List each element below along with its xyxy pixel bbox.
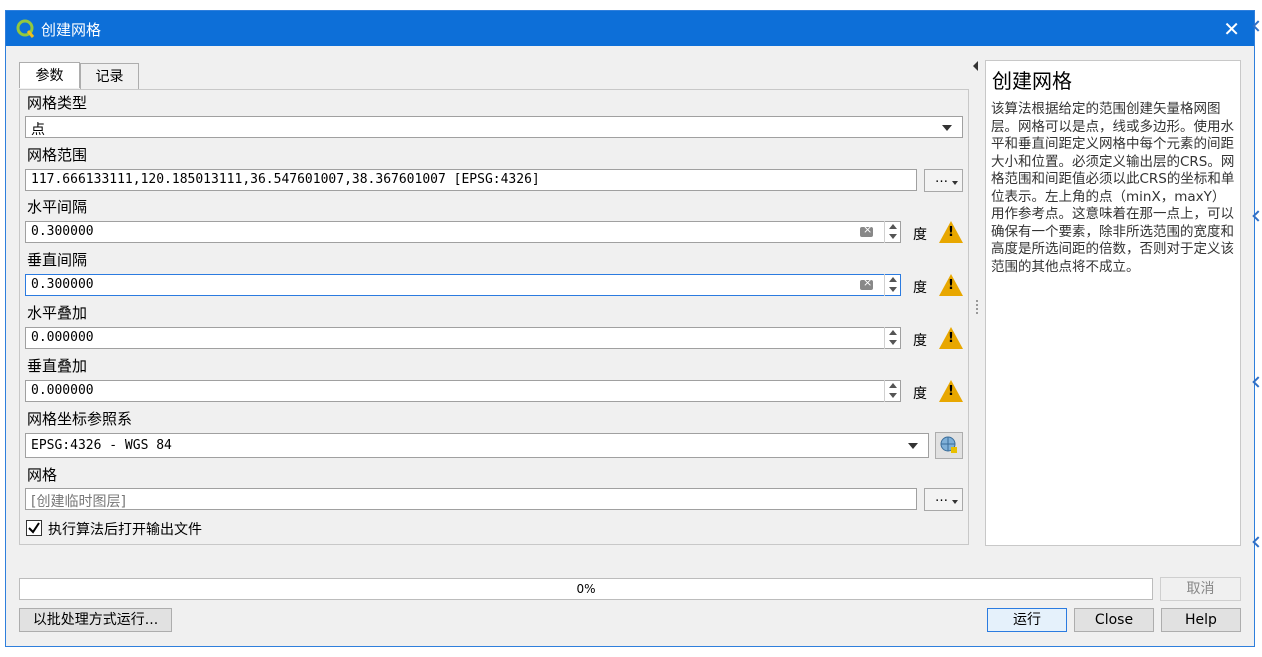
cancel-button[interactable]: 取消 [1160,577,1241,601]
v-spacing-label: 垂直间隔 [27,251,88,269]
batch-process-button[interactable]: 以批处理方式运行... [19,608,172,632]
output-placeholder: [创建临时图层] [31,494,126,510]
warning-icon: ! [939,221,963,243]
help-title: 创建网格 [992,69,1072,93]
output-input[interactable]: [创建临时图层] [25,488,917,510]
spin-buttons[interactable] [884,274,900,296]
help-panel: 创建网格 该算法根据给定的范围创建矢量格网图层。网格可以是点，线或多边形。使用水… [985,60,1241,546]
warning-icon: ! [939,380,963,402]
grid-crs-value: EPSG:4326 - WGS 84 [31,438,172,453]
open-output-label: 执行算法后打开输出文件 [48,522,202,538]
output-options-button[interactable]: … [924,488,963,511]
progress-bar: 0% [19,578,1153,600]
crs-selector-button[interactable] [935,432,963,459]
v-spacing-value: 0.300000 [31,277,94,292]
grid-crs-label: 网格坐标参照系 [27,410,133,428]
v-overlay-value: 0.000000 [31,383,94,398]
clear-icon[interactable] [860,223,873,237]
v-overlay-input[interactable]: 0.000000 [25,380,901,402]
checkmark-icon [28,522,40,534]
title-bar: 创建网格 ✕ [6,11,1254,46]
ellipsis-icon: … [935,490,948,505]
run-button[interactable]: 运行 [987,608,1067,632]
close-window-icon[interactable]: ✕ [1223,17,1240,41]
h-spacing-label: 水平间隔 [27,198,88,216]
close-button[interactable]: Close [1074,608,1154,632]
v-overlay-label: 垂直叠加 [27,357,88,375]
h-spacing-value: 0.300000 [31,224,94,239]
grid-crs-select[interactable]: EPSG:4326 - WGS 84 [25,433,929,458]
warning-icon: ! [939,327,963,349]
spin-buttons[interactable] [884,380,900,402]
spin-buttons[interactable] [884,327,900,349]
v-overlay-unit: 度 [913,386,927,402]
h-overlay-input[interactable]: 0.000000 [25,327,901,349]
parameters-panel [19,89,969,545]
grid-type-value: 点 [31,122,45,138]
grid-type-select[interactable]: 点 [25,116,963,138]
grid-extent-label: 网格范围 [27,146,88,164]
warning-icon: ! [939,274,963,296]
extent-options-button[interactable]: … [924,169,963,192]
grid-extent-input[interactable]: 117.666133111,120.185013111,36.547601007… [25,169,917,191]
clear-icon[interactable] [860,276,873,290]
grid-type-label: 网格类型 [27,94,88,112]
h-spacing-input[interactable]: 0.300000 [25,221,901,243]
ellipsis-icon: … [935,171,948,186]
h-overlay-label: 水平叠加 [27,304,88,322]
splitter-handle[interactable] [976,300,978,314]
output-label: 网格 [27,466,58,484]
chevron-down-icon [942,125,952,131]
tab-parameters[interactable]: 参数 [19,62,80,88]
grid-extent-value: 117.666133111,120.185013111,36.547601007… [31,172,540,187]
window-title: 创建网格 [41,21,102,39]
spin-buttons[interactable] [884,221,900,243]
help-button[interactable]: Help [1161,608,1241,632]
v-spacing-input[interactable]: 0.300000 [25,274,901,296]
collapse-help-icon[interactable] [973,61,978,71]
progress-text: 0% [576,582,596,596]
help-text: 该算法根据给定的范围创建矢量格网图层。网格可以是点，线或多边形。使用水平和垂直间… [991,101,1235,275]
qgis-logo-icon [16,19,35,38]
h-overlay-value: 0.000000 [31,330,94,345]
globe-icon [940,436,957,453]
v-spacing-unit: 度 [913,280,927,296]
open-output-checkbox[interactable] [26,520,42,536]
chevron-down-icon [908,443,918,449]
h-overlay-unit: 度 [913,333,927,349]
tab-log[interactable]: 记录 [80,63,139,89]
h-spacing-unit: 度 [913,227,927,243]
